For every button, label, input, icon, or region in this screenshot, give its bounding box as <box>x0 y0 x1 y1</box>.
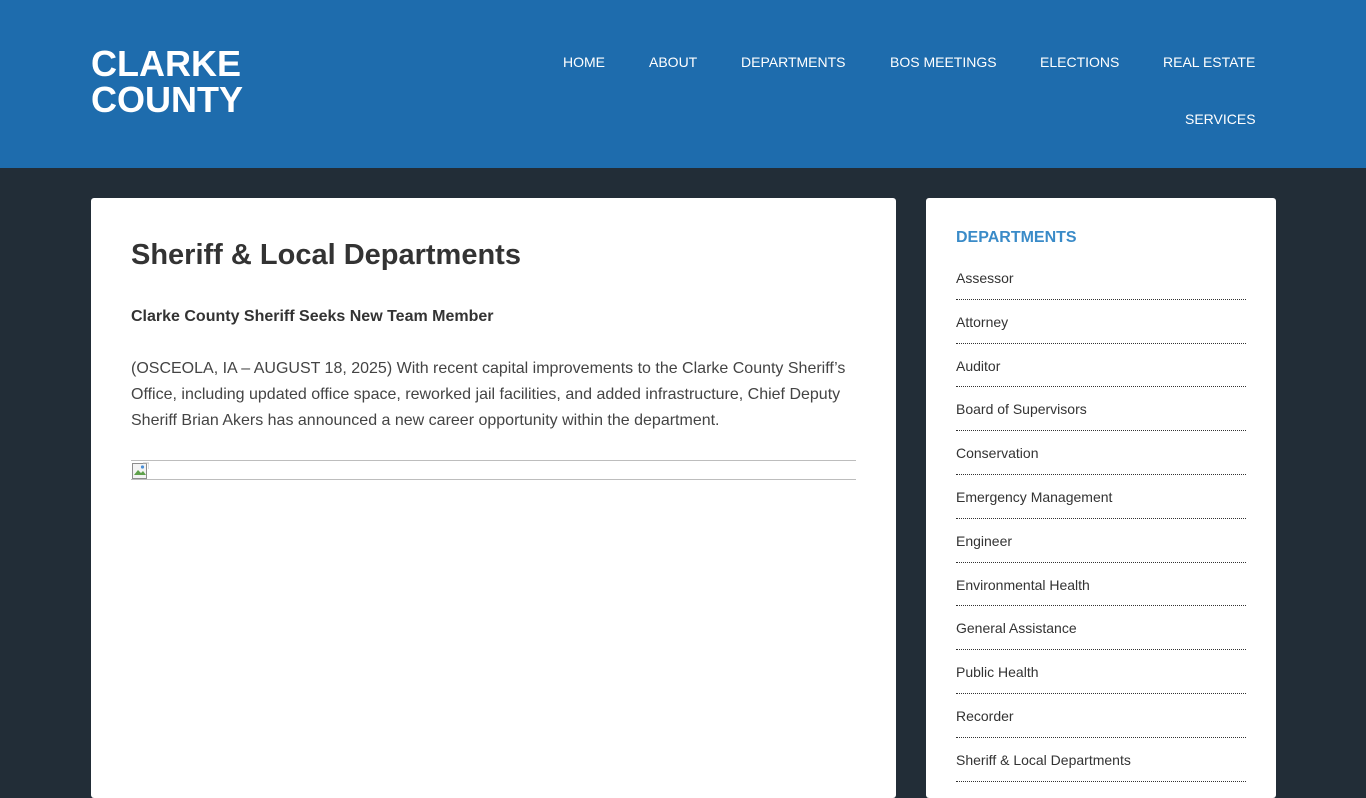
page-title: Sheriff & Local Departments <box>131 239 521 271</box>
list-item: Conservation <box>956 431 1246 475</box>
broken-image-icon <box>132 462 149 479</box>
site-title-line1: CLARKE <box>91 43 241 84</box>
site-header: CLARKE COUNTY HOME ABOUT DEPARTMENTS BOS… <box>0 0 1366 168</box>
dept-link-assessor[interactable]: Assessor <box>956 270 1014 286</box>
nav-real-estate[interactable]: REAL ESTATE <box>1163 54 1255 70</box>
article-image <box>131 460 856 480</box>
site-title-link[interactable]: CLARKE COUNTY <box>91 46 243 118</box>
list-item: Engineer <box>956 519 1246 563</box>
nav-bos-meetings[interactable]: BOS MEETINGS <box>890 54 997 70</box>
list-item: Environmental Health <box>956 563 1246 607</box>
article-body: (OSCEOLA, IA – AUGUST 18, 2025) With rec… <box>131 360 846 429</box>
nav-services[interactable]: SERVICES <box>1185 111 1256 127</box>
nav-about[interactable]: ABOUT <box>649 54 697 70</box>
dept-link-emergency-management[interactable]: Emergency Management <box>956 489 1112 505</box>
list-item: General Assistance <box>956 606 1246 651</box>
dept-link-recorder[interactable]: Recorder <box>956 708 1014 724</box>
dept-link-engineer[interactable]: Engineer <box>956 533 1012 549</box>
dept-link-sheriff-local-departments[interactable]: Sheriff & Local Departments <box>956 752 1131 768</box>
site-title-line2: COUNTY <box>91 79 243 120</box>
dept-link-public-health[interactable]: Public Health <box>956 664 1039 680</box>
dept-link-general-assistance[interactable]: General Assistance <box>956 620 1077 636</box>
article-subheading: Clarke County Sheriff Seeks New Team Mem… <box>131 308 494 325</box>
nav-elections[interactable]: ELECTIONS <box>1040 54 1119 70</box>
dept-link-conservation[interactable]: Conservation <box>956 445 1039 461</box>
list-item: Sheriff & Local Departments <box>956 738 1246 782</box>
list-item: Board of Supervisors <box>956 387 1246 432</box>
dept-link-board-of-supervisors[interactable]: Board of Supervisors <box>956 401 1087 417</box>
nav-home[interactable]: HOME <box>563 54 605 70</box>
sidebar-title: DEPARTMENTS <box>956 229 1077 246</box>
list-item: Assessor <box>956 256 1246 300</box>
list-item: Auditor <box>956 344 1246 388</box>
dept-link-environmental-health[interactable]: Environmental Health <box>956 577 1090 593</box>
dept-link-attorney[interactable]: Attorney <box>956 314 1008 330</box>
dept-link-auditor[interactable]: Auditor <box>956 358 1000 374</box>
list-item: Recorder <box>956 694 1246 738</box>
list-item: Attorney <box>956 300 1246 344</box>
nav-departments[interactable]: DEPARTMENTS <box>741 54 846 70</box>
sidebar: DEPARTMENTS Assessor Attorney Auditor Bo… <box>926 198 1276 798</box>
list-item: Public Health <box>956 650 1246 694</box>
list-item: Emergency Management <box>956 475 1246 519</box>
main-content: Sheriff & Local Departments Clarke Count… <box>91 198 896 798</box>
department-list: Assessor Attorney Auditor Board of Super… <box>956 256 1246 782</box>
